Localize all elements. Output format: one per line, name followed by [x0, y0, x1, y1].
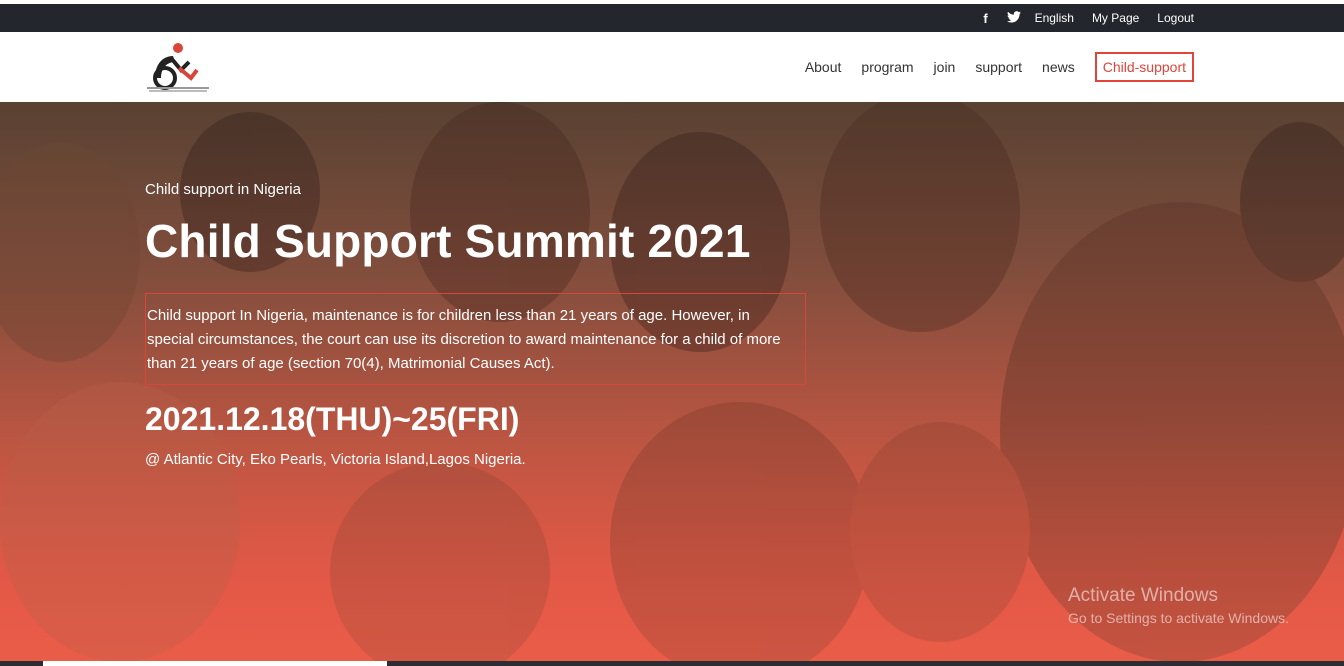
event-dates: 2021.12.18(THU)~25(FRI) [145, 401, 520, 437]
top-bar-links: f English My Page Logout [979, 4, 1194, 32]
top-bar: f English My Page Logout [0, 4, 1344, 32]
bottom-strip-highlight [43, 661, 387, 666]
main-nav: About program join support news Child-su… [785, 52, 1194, 82]
nav-join[interactable]: join [934, 59, 956, 75]
nav-support[interactable]: support [975, 59, 1022, 75]
windows-watermark-subtitle: Go to Settings to activate Windows. [1068, 610, 1289, 626]
nav-program[interactable]: program [861, 59, 913, 75]
site-header: About program join support news Child-su… [0, 32, 1344, 102]
bottom-strip [0, 661, 1344, 666]
event-venue: @ Atlantic City, Eko Pearls, Victoria Is… [145, 451, 526, 468]
twitter-icon[interactable] [1006, 10, 1021, 26]
logout-link[interactable]: Logout [1157, 11, 1194, 25]
hero-title: Child Support Summit 2021 [145, 215, 751, 267]
nav-about[interactable]: About [805, 59, 842, 75]
child-support-button[interactable]: Child-support [1094, 52, 1194, 82]
windows-watermark-title: Activate Windows [1068, 585, 1218, 606]
facebook-icon[interactable]: f [979, 11, 993, 26]
nav-news[interactable]: news [1042, 59, 1075, 75]
language-link[interactable]: English [1035, 11, 1074, 25]
hero-banner: Child support in Nigeria Child Support S… [0, 102, 1344, 666]
my-page-link[interactable]: My Page [1092, 11, 1139, 25]
organization-logo[interactable] [145, 40, 211, 94]
hero-kicker: Child support in Nigeria [145, 181, 301, 198]
hero-description: Child support In Nigeria, maintenance is… [145, 293, 806, 385]
